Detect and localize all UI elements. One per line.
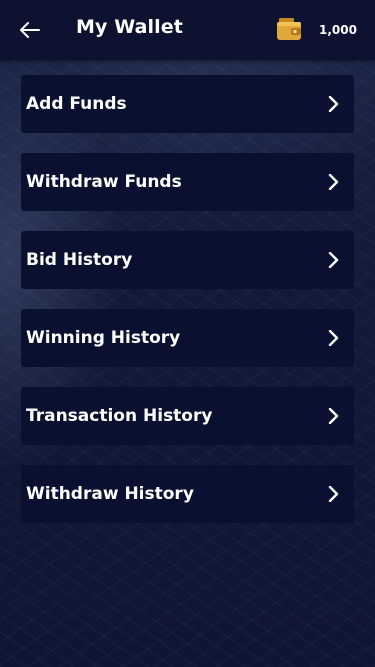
menu-item-label: Transaction History [26, 406, 213, 426]
wallet-balance: 1,000 [319, 23, 357, 37]
menu-item-withdraw-funds[interactable]: Withdraw Funds [21, 153, 354, 211]
menu-item-transaction-history[interactable]: Transaction History [21, 387, 354, 445]
app-bar: My Wallet 1,000 [0, 0, 375, 60]
menu-item-add-funds[interactable]: Add Funds [21, 75, 354, 133]
menu-item-label: Add Funds [26, 94, 127, 114]
chevron-right-icon [326, 486, 342, 502]
chevron-right-icon [326, 252, 342, 268]
wallet-icon[interactable] [276, 17, 302, 41]
menu-item-withdraw-history[interactable]: Withdraw History [21, 465, 354, 523]
chevron-right-icon [326, 408, 342, 424]
menu-item-label: Withdraw Funds [26, 172, 182, 192]
arrow-left-icon [20, 22, 40, 38]
chevron-right-icon [326, 330, 342, 346]
menu-item-winning-history[interactable]: Winning History [21, 309, 354, 367]
menu-item-label: Winning History [26, 328, 181, 348]
back-button[interactable] [14, 14, 46, 46]
page-title: My Wallet [76, 16, 183, 38]
wallet-menu: Add Funds Withdraw Funds Bid History Win… [21, 75, 354, 543]
chevron-right-icon [326, 174, 342, 190]
menu-item-bid-history[interactable]: Bid History [21, 231, 354, 289]
chevron-right-icon [326, 96, 342, 112]
menu-item-label: Withdraw History [26, 484, 194, 504]
menu-item-label: Bid History [26, 250, 133, 270]
